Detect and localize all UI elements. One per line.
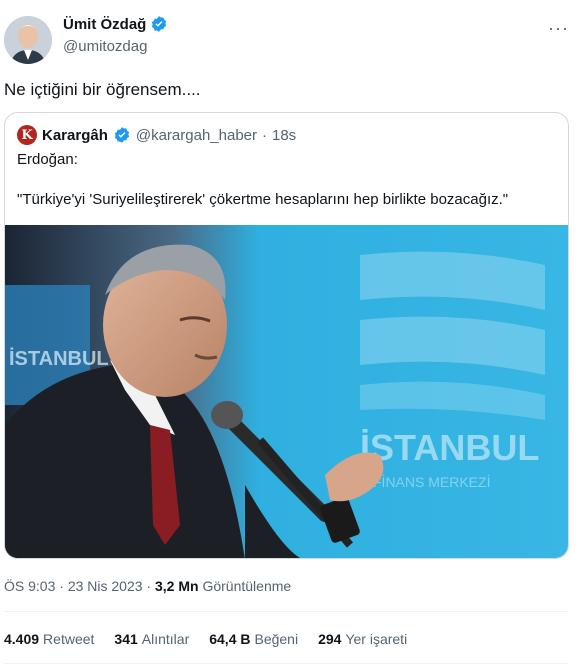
tweet-time[interactable]: ÖS 9:03 — [4, 578, 55, 594]
quotes-count: 341 — [114, 631, 138, 647]
retweets-label: Retweet — [43, 631, 95, 647]
retweets-count: 4.409 — [4, 631, 40, 647]
right-sign-subtitle: FİNANS MERKEZİ — [373, 473, 490, 490]
author-name[interactable]: Ümit Özdağ — [63, 16, 146, 33]
quoted-text-line2: "Türkiye'yi 'Suriyelileştirerek' çökertm… — [17, 191, 509, 208]
divider — [4, 663, 568, 664]
verified-badge-icon — [150, 15, 168, 33]
views-count: 3,2 Mn — [155, 578, 199, 594]
quoted-separator: · — [262, 126, 267, 144]
author-handle[interactable]: @umitozdag — [63, 38, 147, 55]
author-avatar[interactable] — [4, 16, 52, 64]
tweet-date[interactable]: 23 Nis 2023 — [68, 578, 143, 594]
quotes-stat[interactable]: 341 Alıntılar — [114, 631, 189, 647]
retweets-stat[interactable]: 4.409 Retweet — [4, 631, 94, 647]
tweet-header: Ümit Özdağ @umitozdag ··· — [0, 0, 581, 70]
quoted-timestamp: 18s — [272, 126, 297, 144]
likes-stat[interactable]: 64,4 B Beğeni — [209, 631, 298, 647]
left-sign-text: İSTANBUL — [9, 347, 109, 370]
views-label: Görüntülenme — [202, 578, 292, 594]
likes-label: Beğeni — [254, 631, 299, 647]
likes-count: 64,4 B — [209, 631, 251, 647]
right-sign-title: İSTANBUL — [360, 427, 539, 468]
quoted-author-avatar: K — [17, 125, 37, 145]
bookmarks-label: Yer işareti — [345, 631, 408, 647]
divider — [4, 611, 568, 612]
quotes-label: Alıntılar — [141, 631, 190, 647]
quoted-tweet-image[interactable]: İSTANBUL İSTANBUL FİNANS MERKEZİ — [5, 225, 568, 558]
meta-separator: · — [142, 578, 155, 594]
quoted-text-line1: Erdoğan: — [17, 151, 78, 168]
quoted-author-handle: @karargah_haber — [135, 126, 257, 144]
bookmarks-count: 294 — [318, 631, 342, 647]
meta-separator: · — [55, 578, 68, 594]
quoted-tweet-header: K Karargâh @karargah_haber · 18s — [17, 125, 296, 145]
bookmarks-stat[interactable]: 294 Yer işareti — [318, 631, 407, 647]
engagement-stats: 4.409 Retweet 341 Alıntılar 64,4 B Beğeni 2… — [4, 631, 407, 647]
quoted-verified-badge-icon — [113, 126, 131, 144]
tweet-meta: ÖS 9:03 · 23 Nis 2023 · 3,2 Mn Görüntüle… — [4, 578, 291, 594]
tweet-text: Ne içtiğini bir öğrensem.... — [4, 80, 201, 99]
quoted-tweet[interactable]: K Karargâh @karargah_haber · 18s Erdoğan… — [4, 112, 569, 559]
more-options-icon[interactable]: ··· — [548, 18, 569, 39]
quoted-author-name: Karargâh — [42, 126, 108, 144]
author-name-row: Ümit Özdağ — [63, 15, 168, 33]
